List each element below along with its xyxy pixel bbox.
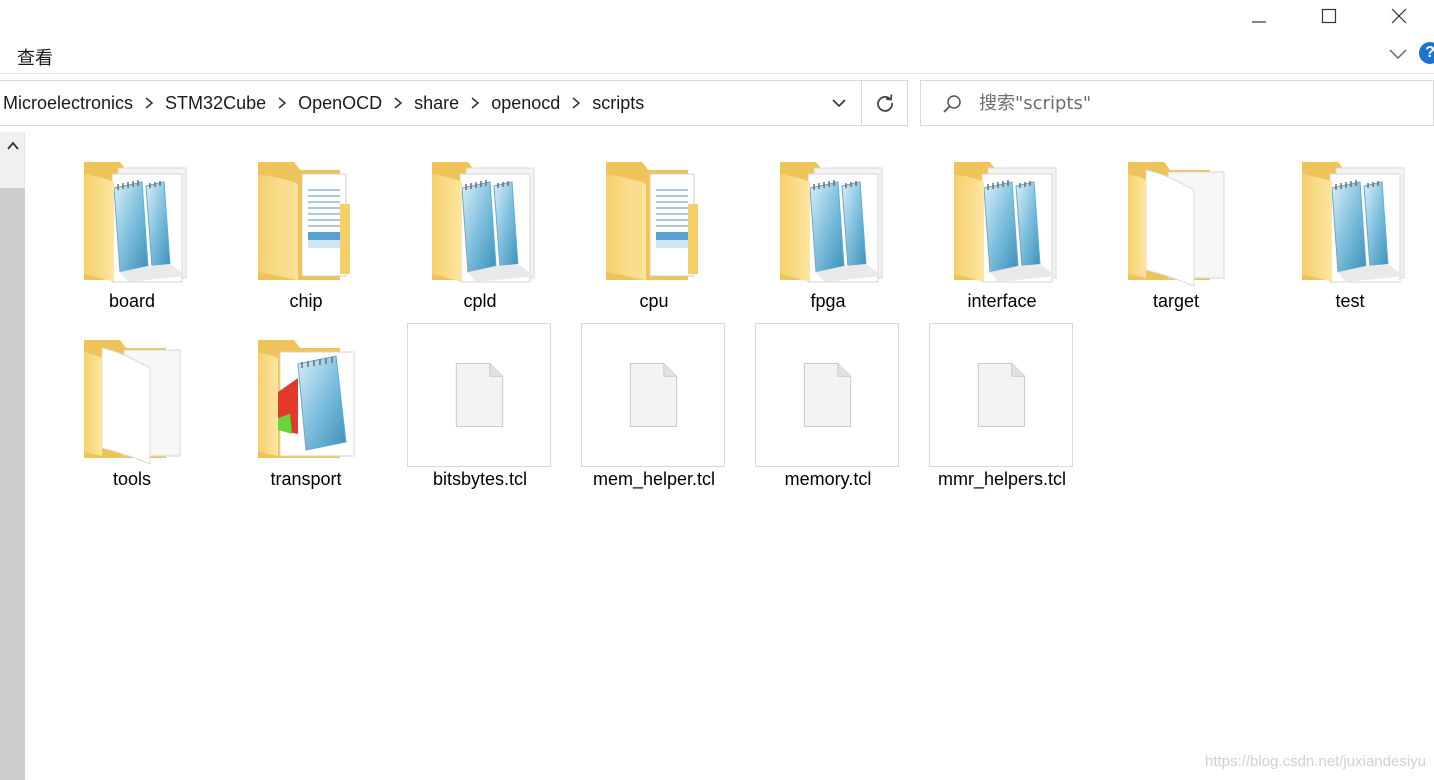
help-button[interactable]: ? <box>1419 42 1434 64</box>
folder-icon <box>928 144 1076 292</box>
breadcrumb-item[interactable]: OpenOCD <box>294 93 386 114</box>
folder-icon <box>58 144 206 292</box>
file-icon <box>755 323 899 467</box>
folder-item-fpga[interactable]: fpga <box>741 140 915 318</box>
folder-item-transport[interactable]: transport <box>219 318 393 496</box>
folder-item-test[interactable]: test <box>1263 140 1434 318</box>
item-label: memory.tcl <box>784 469 872 489</box>
item-label: tools <box>112 469 152 489</box>
watermark: https://blog.csdn.net/juxiandesiyu <box>1205 753 1426 770</box>
scroll-up-button[interactable] <box>0 132 25 160</box>
item-label: transport <box>270 469 342 489</box>
chevron-right-icon[interactable] <box>270 81 294 125</box>
search-input[interactable] <box>979 81 1419 125</box>
folder-icon <box>406 144 554 292</box>
search-icon <box>943 95 961 113</box>
chevron-up-icon <box>6 141 19 150</box>
folder-icon <box>58 322 206 470</box>
item-label: fpga <box>810 291 846 311</box>
maximize-icon <box>1321 8 1337 24</box>
breadcrumb-item[interactable]: share <box>410 93 463 114</box>
item-label: chip <box>289 291 323 311</box>
item-label: mmr_helpers.tcl <box>937 469 1067 489</box>
item-label: interface <box>967 291 1037 311</box>
minimize-icon <box>1252 21 1266 23</box>
file-item-bitsbytes[interactable]: bitsbytes.tcl <box>393 318 567 496</box>
scrollbar-thumb[interactable] <box>0 188 25 780</box>
item-label: mem_helper.tcl <box>592 469 716 489</box>
chevron-right-icon[interactable] <box>564 81 588 125</box>
search-box[interactable] <box>920 80 1434 126</box>
breadcrumb: Microelectronics STM32Cube OpenOCD share… <box>0 81 648 125</box>
file-icon <box>581 323 725 467</box>
breadcrumb-item[interactable]: Microelectronics <box>0 93 137 114</box>
folder-icon <box>232 144 380 292</box>
file-item-mem-helper[interactable]: mem_helper.tcl <box>567 318 741 496</box>
chevron-right-icon[interactable] <box>386 81 410 125</box>
folder-item-cpld[interactable]: cpld <box>393 140 567 318</box>
file-icon <box>407 323 551 467</box>
folder-icon <box>580 144 728 292</box>
folder-icon <box>1102 144 1250 292</box>
file-item-memory[interactable]: memory.tcl <box>741 318 915 496</box>
address-history-button[interactable] <box>817 81 861 125</box>
vertical-scrollbar[interactable] <box>0 132 25 780</box>
chevron-down-icon[interactable] <box>1388 46 1408 62</box>
close-icon <box>1391 8 1407 24</box>
folder-item-chip[interactable]: chip <box>219 140 393 318</box>
chevron-down-icon <box>832 99 846 108</box>
refresh-icon <box>876 94 893 112</box>
chevron-right-icon[interactable] <box>463 81 487 125</box>
folder-item-interface[interactable]: interface <box>915 140 1089 318</box>
address-bar[interactable]: Microelectronics STM32Cube OpenOCD share… <box>0 80 908 126</box>
refresh-button[interactable] <box>861 81 907 125</box>
item-label: bitsbytes.tcl <box>432 469 528 489</box>
folder-icon <box>754 144 902 292</box>
folder-item-board[interactable]: board <box>45 140 219 318</box>
help-icon: ? <box>1425 44 1434 61</box>
file-item-mmr-helpers[interactable]: mmr_helpers.tcl <box>915 318 1089 496</box>
folder-icon <box>1276 144 1424 292</box>
breadcrumb-item[interactable]: STM32Cube <box>161 93 270 114</box>
ribbon-tab-view[interactable]: 查看 <box>17 44 53 70</box>
ribbon: 查看 ? <box>0 32 1434 74</box>
item-label: cpld <box>463 291 497 311</box>
close-button[interactable] <box>1364 0 1434 32</box>
item-label: target <box>1152 291 1200 311</box>
file-icon <box>929 323 1073 467</box>
item-label: test <box>1335 291 1365 311</box>
folder-item-tools[interactable]: tools <box>45 318 219 496</box>
item-label: board <box>108 291 156 311</box>
folder-item-cpu[interactable]: cpu <box>567 140 741 318</box>
item-label: cpu <box>639 291 669 311</box>
folder-item-target[interactable]: target <box>1089 140 1263 318</box>
maximize-button[interactable] <box>1294 0 1364 32</box>
window-controls <box>1224 0 1434 32</box>
minimize-button[interactable] <box>1224 0 1294 32</box>
breadcrumb-item[interactable]: scripts <box>588 93 648 114</box>
folder-icon <box>232 322 380 470</box>
breadcrumb-item[interactable]: openocd <box>487 93 564 114</box>
chevron-right-icon[interactable] <box>137 81 161 125</box>
